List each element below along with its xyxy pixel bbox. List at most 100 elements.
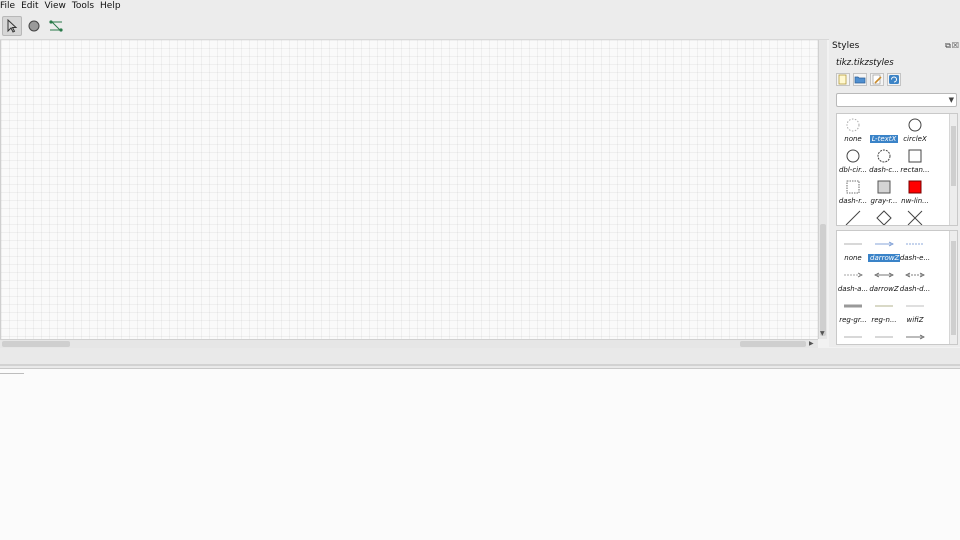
scroll-down-icon[interactable]: ▼ [820, 330, 825, 338]
edge-styles-scroll-thumb[interactable] [951, 241, 956, 335]
edge-style-swatch-icon [899, 297, 931, 315]
node-style-label: dbl-cir... [837, 166, 869, 175]
node-style-label: nw-lin... [899, 197, 931, 206]
node-style-label: none [837, 135, 869, 144]
node-style-item[interactable]: dash-r... [837, 178, 869, 208]
menu-tools[interactable]: Tools [72, 0, 99, 12]
edge-style-item[interactable]: dash-e... [899, 235, 931, 265]
node-style-swatch-icon [899, 147, 931, 165]
node-style-item[interactable] [899, 209, 931, 225]
select-tool-icon [7, 19, 18, 33]
edge-style-swatch-icon [899, 235, 931, 253]
edge-style-label: none [837, 254, 869, 263]
edge-style-label-text: reg-n... [871, 316, 897, 324]
edge-style-item[interactable] [837, 328, 869, 344]
edge-style-label: dash-d... [899, 285, 931, 294]
edge-style-item[interactable]: dash-a... [837, 266, 869, 296]
edge-style-item[interactable]: none [837, 235, 869, 265]
edge-style-swatch-icon [868, 328, 900, 344]
vertical-scroll-thumb[interactable] [820, 224, 826, 336]
edge-style-label: darrowZ [868, 285, 900, 294]
edge-style-label-text: darrowZ [869, 285, 899, 293]
edge-styles-scrollbar[interactable] [949, 231, 957, 344]
node-style-label-text: circleX [903, 135, 927, 143]
menu-help[interactable]: Help [100, 0, 126, 12]
edge-style-swatch-icon [868, 297, 900, 315]
edge-style-swatch-icon [837, 328, 869, 344]
horizontal-scroll-thumb-end[interactable] [740, 341, 806, 347]
canvas-vertical-scrollbar[interactable]: ▼ [818, 40, 827, 339]
pane-splitter[interactable] [0, 348, 960, 369]
node-style-item[interactable]: gray-r... [868, 178, 900, 208]
node-style-label-text: dash-c... [869, 166, 899, 174]
edge-style-swatch-icon [868, 235, 900, 253]
node-style-label: dash-c... [868, 166, 900, 175]
node-style-swatch-icon [837, 178, 869, 196]
node-style-swatch-icon [837, 209, 869, 225]
edge-style-swatch-icon [837, 297, 869, 315]
edge-style-item[interactable]: reg-gr... [837, 297, 869, 327]
editor-tab-marker [0, 369, 24, 374]
node-style-item[interactable] [868, 209, 900, 225]
menu-view[interactable]: View [45, 0, 71, 12]
edge-style-label-text: dash-a... [837, 285, 869, 293]
horizontal-scroll-thumb[interactable] [2, 341, 70, 347]
node-style-label-text: rectan... [900, 166, 930, 174]
new-style-button[interactable] [836, 73, 850, 86]
node-style-item[interactable]: rectan... [899, 147, 931, 177]
edge-style-label: dash-e... [899, 254, 931, 263]
tikz-canvas[interactable] [0, 40, 819, 339]
node-style-label-text: L-textX [869, 135, 899, 143]
edge-style-label: reg-n... [868, 316, 900, 325]
edge-style-item[interactable]: reg-n... [868, 297, 900, 327]
node-style-item[interactable] [837, 209, 869, 225]
select-tool-button[interactable] [2, 16, 22, 36]
menu-file[interactable]: File [0, 0, 20, 12]
edge-style-item[interactable] [868, 328, 900, 344]
node-style-swatch-icon [837, 147, 869, 165]
edge-style-swatch-icon [899, 266, 931, 284]
node-styles-scrollbar[interactable] [949, 114, 957, 225]
dock-float-close-icon[interactable]: ⧉☒ [945, 41, 960, 51]
edge-style-label-text: none [844, 254, 862, 262]
edge-style-item[interactable] [899, 328, 931, 344]
node-style-label: dash-r... [837, 197, 869, 206]
node-tool-button[interactable] [24, 16, 44, 36]
edge-style-item[interactable]: dash-d... [899, 266, 931, 296]
open-styles-button[interactable] [853, 73, 867, 86]
menu-edit[interactable]: Edit [21, 0, 43, 12]
node-style-label-text: dash-r... [838, 197, 868, 205]
edge-styles-list[interactable]: none darrowZ dash-e... dash-a... darrowZ dash… [836, 230, 958, 345]
node-style-item[interactable]: dbl-cir... [837, 147, 869, 177]
styles-dock-title: Styles [832, 41, 860, 51]
refresh-styles-button[interactable] [887, 73, 901, 86]
edge-style-item[interactable]: wifiZ [899, 297, 931, 327]
edit-style-button[interactable] [870, 73, 884, 86]
source-editor-pane[interactable] [0, 369, 960, 540]
edge-style-label: wifiZ [899, 316, 931, 325]
node-style-swatch-icon [868, 147, 900, 165]
node-style-item[interactable]: circleX [899, 116, 931, 146]
toolbar [0, 12, 960, 40]
styles-file-name: tikz.tikzstyles [836, 58, 894, 68]
edge-style-item[interactable]: darrowZ [868, 235, 900, 265]
edge-style-item[interactable]: darrowZ [868, 266, 900, 296]
node-style-item[interactable]: L-textX [868, 116, 900, 146]
edge-style-label: reg-gr... [837, 316, 869, 325]
style-category-select[interactable]: ▼ [836, 93, 957, 107]
edge-tool-button[interactable] [46, 16, 66, 36]
node-style-label: gray-r... [868, 197, 900, 206]
scroll-right-icon[interactable]: ▶ [809, 340, 814, 348]
node-styles-list[interactable]: none L-textX circleX dbl-cir... dash-c... rec… [836, 113, 958, 226]
node-style-item[interactable]: none [837, 116, 869, 146]
node-style-item[interactable]: dash-c... [868, 147, 900, 177]
node-style-swatch-icon [899, 209, 931, 225]
canvas-horizontal-scrollbar[interactable]: ▶ [0, 339, 818, 348]
node-style-label: rectan... [899, 166, 931, 175]
node-styles-scroll-thumb[interactable] [951, 126, 956, 186]
edge-style-swatch-icon [899, 328, 931, 344]
edge-tool-icon [49, 20, 63, 32]
node-style-item[interactable]: nw-lin... [899, 178, 931, 208]
edit-style-icon [872, 74, 882, 85]
edge-style-swatch-icon [868, 266, 900, 284]
